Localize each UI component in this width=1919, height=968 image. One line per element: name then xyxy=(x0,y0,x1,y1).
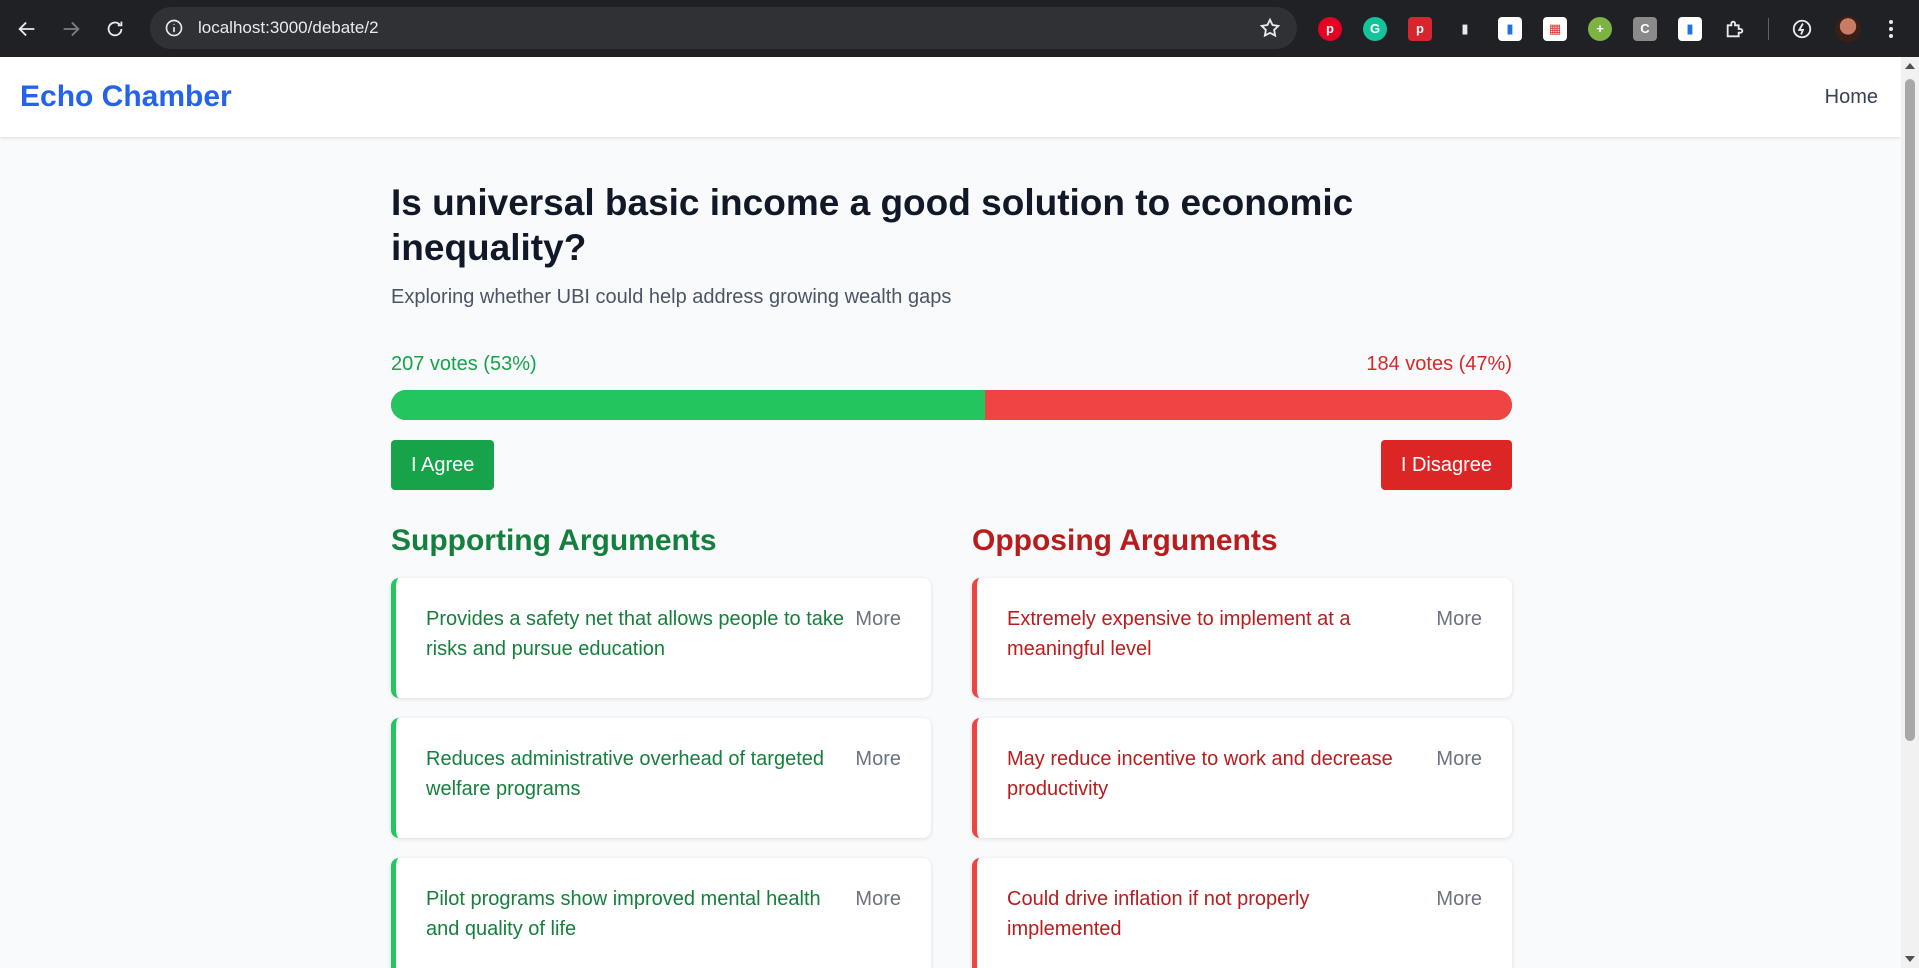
more-button[interactable]: More xyxy=(855,884,901,968)
chart-extension-icon[interactable]: ▮ xyxy=(1498,16,1522,41)
home-link[interactable]: Home xyxy=(1825,86,1878,109)
browser-toolbar: localhost:3000/debate/2 p G p ▮ ▮ ▦ + C … xyxy=(0,0,1919,57)
vote-counts: 207 votes (53%) 184 votes (47%) xyxy=(391,353,1512,376)
puzzle-icon[interactable] xyxy=(1723,17,1747,41)
agree-vote-count: 207 votes (53%) xyxy=(391,353,537,375)
vote-buttons: I Agree I Disagree xyxy=(391,440,1512,490)
adobe-pdf-icon[interactable]: p xyxy=(1408,16,1432,41)
more-button[interactable]: More xyxy=(1436,884,1482,968)
debate-description: Exploring whether UBI could help address… xyxy=(391,286,952,308)
back-icon[interactable] xyxy=(5,7,49,51)
reload-icon[interactable] xyxy=(93,7,137,51)
supporting-arguments: Supporting Arguments Provides a safety n… xyxy=(391,524,931,968)
scroll-thumb[interactable] xyxy=(1905,79,1915,741)
site-header: Echo Chamber Home xyxy=(0,57,1901,137)
scroll-up-arrow[interactable] xyxy=(1905,63,1915,69)
agree-button[interactable]: I Agree xyxy=(391,440,495,490)
page-viewport: Echo Chamber Home Is universal basic inc… xyxy=(0,57,1901,968)
forward-icon[interactable] xyxy=(49,7,93,51)
pinterest-icon[interactable]: p xyxy=(1318,16,1342,41)
toolbar-separator xyxy=(1768,17,1769,40)
performance-icon[interactable] xyxy=(1790,17,1814,41)
argument-text: Extremely expensive to implement at a me… xyxy=(1007,608,1351,660)
url-text[interactable]: localhost:3000/debate/2 xyxy=(198,18,379,38)
disagree-button[interactable]: I Disagree xyxy=(1380,440,1512,490)
extensions-area: p G p ▮ ▮ ▦ + C ▮ xyxy=(1318,0,1901,57)
page-scrollbar[interactable] xyxy=(1901,57,1919,968)
argument-card: May reduce incentive to work and decreas… xyxy=(972,718,1512,838)
scroll-down-arrow[interactable] xyxy=(1905,956,1915,962)
add-extension-icon[interactable]: + xyxy=(1588,16,1612,41)
debate-content: Is universal basic income a good solutio… xyxy=(391,180,1512,968)
debate-question: Is universal basic income a good solutio… xyxy=(391,182,1354,268)
more-button[interactable]: More xyxy=(1436,744,1482,838)
address-bar[interactable]: localhost:3000/debate/2 xyxy=(150,7,1297,49)
vote-progress-bar xyxy=(391,390,1512,420)
agree-bar-fill xyxy=(391,390,986,420)
argument-card: Extremely expensive to implement at a me… xyxy=(972,578,1512,698)
c-extension-icon[interactable]: C xyxy=(1633,16,1657,41)
more-button[interactable]: More xyxy=(855,604,901,698)
disagree-bar-fill xyxy=(985,390,1512,420)
argument-text: Provides a safety net that allows people… xyxy=(426,608,845,660)
profile-avatar[interactable] xyxy=(1835,15,1861,42)
opposing-arguments: Opposing Arguments Extremely expensive t… xyxy=(972,524,1512,968)
grammarly-icon[interactable]: G xyxy=(1363,16,1387,41)
argument-card: Pilot programs show improved mental heal… xyxy=(391,858,931,968)
supporting-title: Supporting Arguments xyxy=(391,524,717,557)
opposing-title: Opposing Arguments xyxy=(972,524,1278,557)
site-info-icon[interactable] xyxy=(164,18,184,38)
argument-text: Could drive inflation if not properly im… xyxy=(1007,888,1310,940)
browser-menu-icon[interactable] xyxy=(1881,17,1901,41)
disagree-vote-count: 184 votes (47%) xyxy=(1366,353,1512,375)
argument-text: Reduces administrative overhead of targe… xyxy=(426,748,825,800)
arguments-columns: Supporting Arguments Provides a safety n… xyxy=(391,524,1512,968)
brand-logo[interactable]: Echo Chamber xyxy=(20,80,232,114)
argument-card: Could drive inflation if not properly im… xyxy=(972,858,1512,968)
bookmark-star-icon[interactable] xyxy=(1259,17,1281,39)
argument-text: May reduce incentive to work and decreas… xyxy=(1007,748,1393,800)
argument-card: Provides a safety net that allows people… xyxy=(391,578,931,698)
calendar-extension-icon[interactable]: ▦ xyxy=(1543,16,1567,41)
argument-text: Pilot programs show improved mental heal… xyxy=(426,888,821,940)
analytics-icon[interactable]: ▮ xyxy=(1453,17,1477,41)
more-button[interactable]: More xyxy=(855,744,901,838)
bars-extension-icon[interactable]: ▮ xyxy=(1678,16,1702,41)
more-button[interactable]: More xyxy=(1436,604,1482,698)
argument-card: Reduces administrative overhead of targe… xyxy=(391,718,931,838)
